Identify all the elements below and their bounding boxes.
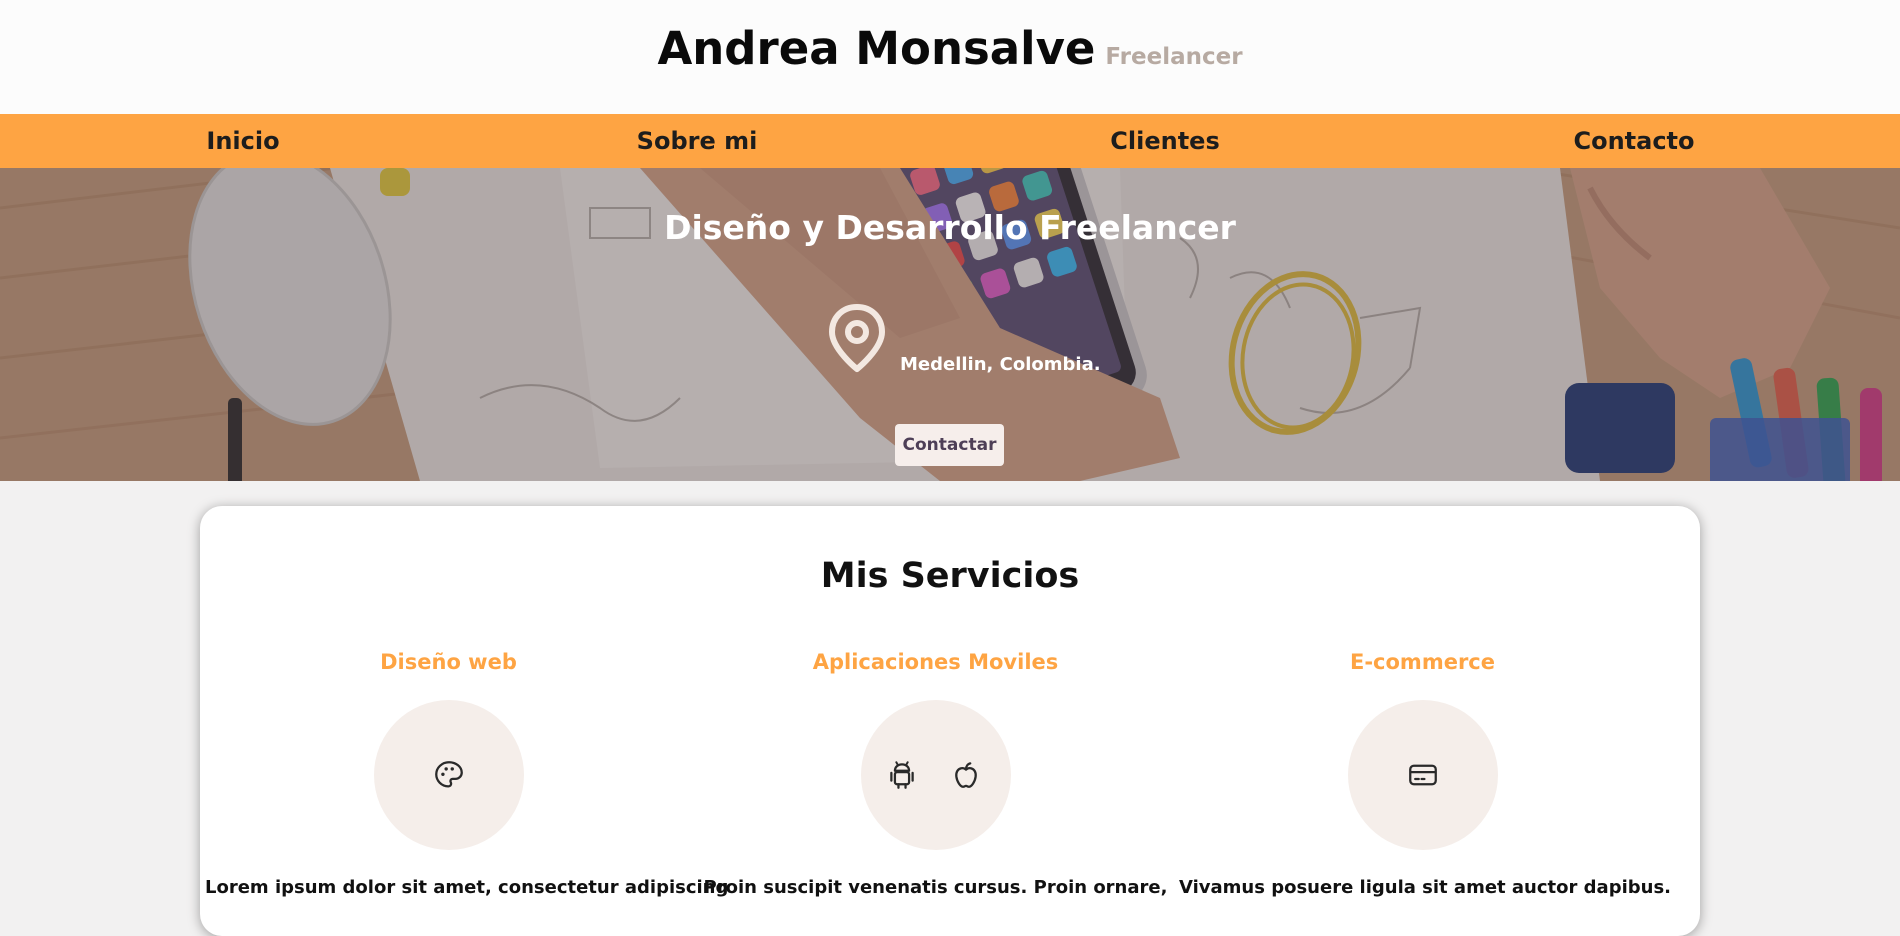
service-icon-circle <box>860 700 1011 850</box>
site-title: Andrea Monsalve <box>657 22 1096 75</box>
nav-item-contacto[interactable]: Contacto <box>1573 114 1694 168</box>
nav-item-clientes[interactable]: Clientes <box>1110 114 1219 168</box>
service-diseno-web: Diseño web Lorem ipsum dolor sit amet, c… <box>205 506 729 936</box>
service-icon-circle <box>373 700 524 850</box>
site-header: Andrea Monsalve Freelancer <box>0 0 1900 114</box>
services-card: Mis Servicios Diseño web Lorem ipsum dol… <box>200 506 1700 936</box>
site-tagline: Freelancer <box>1105 44 1243 70</box>
android-icon <box>889 761 914 789</box>
service-name: Aplicaciones Moviles <box>812 650 1059 674</box>
palette-icon <box>434 761 463 788</box>
credit-card-icon <box>1408 764 1437 786</box>
service-e-commerce: E-commerce Vivamus posuere ligula sit am… <box>1179 506 1671 936</box>
nav-item-inicio[interactable]: Inicio <box>206 114 279 168</box>
service-description: Proin suscipit venenatis cursus. Proin o… <box>703 877 1168 898</box>
service-aplicaciones-moviles: Aplicaciones Moviles Proin suscipit vene… <box>692 506 1179 936</box>
nav-item-sobre-mi[interactable]: Sobre mi <box>637 114 758 168</box>
service-description: Vivamus posuere ligula sit amet auctor d… <box>1179 877 1671 898</box>
contact-button[interactable]: Contactar <box>895 424 1004 466</box>
service-name: Diseño web <box>380 650 517 674</box>
main-nav: Inicio Sobre mi Clientes Contacto <box>0 114 1900 168</box>
hero-banner: Diseño y Desarrollo Freelancer Medellin,… <box>0 168 1900 481</box>
service-name: E-commerce <box>1350 650 1495 674</box>
hero-location: Medellin, Colombia. <box>900 354 1101 375</box>
map-pin-icon <box>829 304 885 372</box>
service-description: Lorem ipsum dolor sit amet, consectetur … <box>205 877 729 898</box>
brand: Andrea Monsalve Freelancer <box>0 22 1900 75</box>
service-icon-circle <box>1347 700 1498 850</box>
hero-title: Diseño y Desarrollo Freelancer <box>664 208 1236 247</box>
apple-icon <box>954 762 977 788</box>
